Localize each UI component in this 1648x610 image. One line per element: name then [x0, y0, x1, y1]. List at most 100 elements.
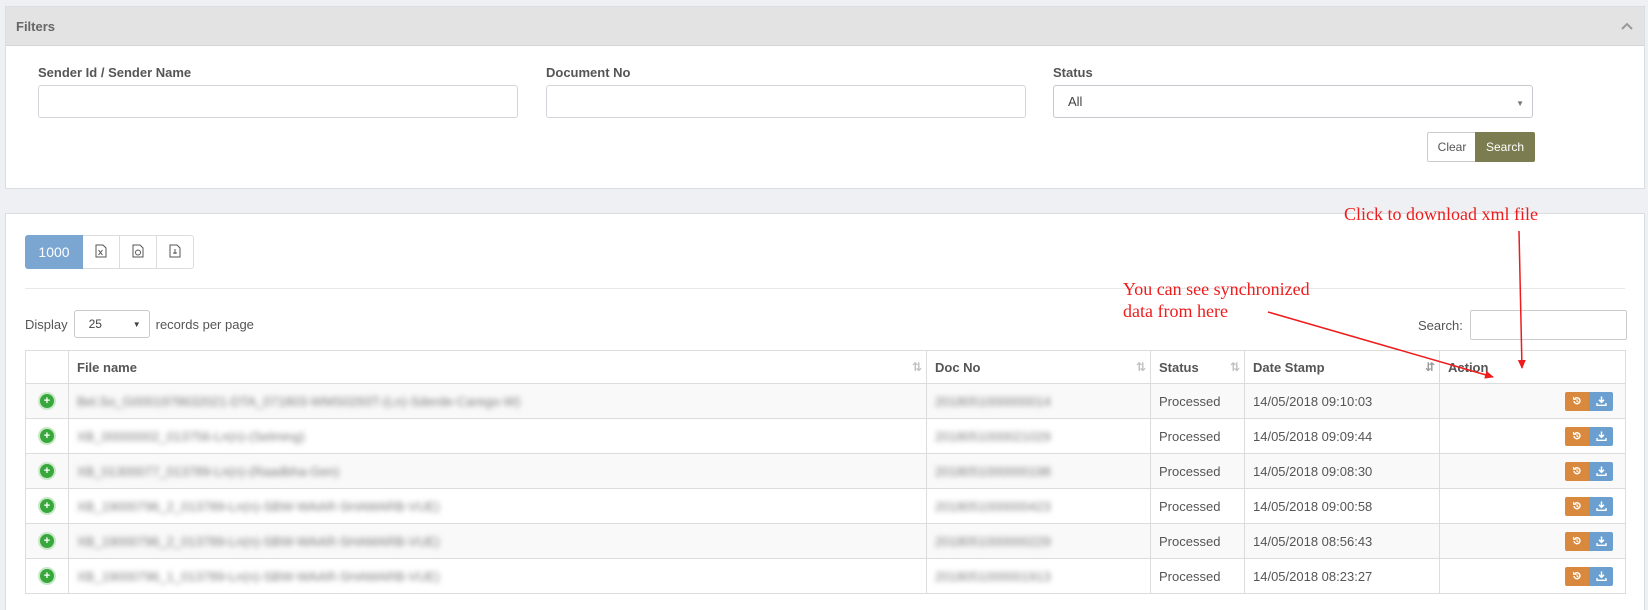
table-search-label: Search: — [1418, 317, 1463, 333]
sync-annotation-line1: You can see synchronized — [1123, 279, 1310, 299]
status-cell: Processed — [1150, 488, 1245, 524]
clear-button[interactable]: Clear — [1427, 132, 1477, 162]
file-name-cell: XB_00000002_013756-Ln(n)-(Selming) — [68, 418, 927, 454]
pdf-export-button[interactable] — [157, 235, 194, 269]
expand-cell: + — [25, 558, 69, 594]
doc-no-cell: 2018051000021029 — [926, 418, 1151, 454]
action-header: Action — [1439, 350, 1626, 384]
download-xml-button[interactable] — [1589, 391, 1613, 411]
expand-cell: + — [25, 523, 69, 559]
expand-cell: + — [25, 383, 69, 419]
date-stamp-cell: 14/05/2018 08:23:27 — [1244, 558, 1440, 594]
view-sync-button[interactable] — [1565, 426, 1589, 446]
file-name-value: XB_19000796_2_013789-Ln(n)-SBW-WAAR-SHAM… — [77, 533, 440, 549]
expand-row-icon[interactable]: + — [38, 427, 56, 445]
download-annotation: Click to download xml file — [1344, 204, 1538, 224]
file-name-header[interactable]: File name ⇅ — [68, 350, 927, 384]
download-icon — [1595, 571, 1607, 581]
csv-icon — [132, 244, 144, 261]
sort-desc-icon: ⇵ — [1424, 360, 1435, 374]
file-name-cell: XB_19000796_2_013789-Ln(n)-SBW-WAAR-SHAM… — [68, 488, 927, 524]
status-cell: Processed — [1150, 523, 1245, 559]
doc-no-value: 2018051000000198 — [935, 463, 1051, 479]
csv-export-button[interactable] — [120, 235, 157, 269]
status-cell: Processed — [1150, 453, 1245, 489]
view-sync-button[interactable] — [1565, 566, 1589, 586]
document-no-label: Document No — [546, 65, 631, 80]
action-buttons — [1448, 461, 1617, 481]
export-toolbar: 1000 — [25, 235, 194, 269]
sort-icon: ⇅ — [911, 360, 922, 374]
view-sync-button[interactable] — [1565, 496, 1589, 516]
excel-export-button[interactable] — [83, 235, 120, 269]
action-buttons — [1448, 531, 1617, 551]
document-no-input[interactable] — [546, 85, 1026, 118]
date-stamp-header[interactable]: Date Stamp ⇵ — [1244, 350, 1440, 384]
table-row: + XB_19000796_1_013789-Ln(n)-SBW-WAAR-SH… — [25, 558, 1626, 594]
doc-no-cell: 2018051000000198 — [926, 453, 1151, 489]
download-icon — [1595, 536, 1607, 546]
download-icon — [1595, 501, 1607, 511]
table-row: + Bel.So_G0001978632021-DTA_071803-WMS02… — [25, 383, 1626, 419]
filters-panel: Filters Sender Id / Sender Name Document… — [5, 6, 1645, 189]
date-stamp-cell: 14/05/2018 09:10:03 — [1244, 383, 1440, 419]
status-select[interactable]: All ▼ — [1053, 85, 1533, 118]
doc-no-header[interactable]: Doc No ⇅ — [926, 350, 1151, 384]
expand-row-icon[interactable]: + — [38, 497, 56, 515]
filters-title: Filters — [16, 18, 56, 34]
page-length-select[interactable]: 25 ▼ — [73, 310, 150, 338]
doc-no-value: 2018051000000229 — [935, 533, 1051, 549]
table-row: + XB_19000796_2_013789-Ln(n)-SBW-WAAR-SH… — [25, 488, 1626, 524]
expand-row-icon[interactable]: + — [38, 567, 56, 585]
download-xml-button[interactable] — [1589, 461, 1613, 481]
download-xml-button[interactable] — [1589, 566, 1613, 586]
doc-no-value: 2018051000000014 — [935, 393, 1051, 409]
doc-no-cell: 2018051000000229 — [926, 523, 1151, 559]
expand-row-icon[interactable]: + — [38, 392, 56, 410]
doc-no-cell: 2018051000000014 — [926, 383, 1151, 419]
doc-no-value: 2018051000001913 — [935, 568, 1051, 584]
table-search-input[interactable] — [1469, 310, 1627, 340]
download-xml-button[interactable] — [1589, 531, 1613, 551]
status-header[interactable]: Status ⇅ — [1150, 350, 1245, 384]
sender-label: Sender Id / Sender Name — [38, 65, 192, 80]
documents-table: File name ⇅ Doc No ⇅ Status ⇅ Date Stamp ⇵ A… — [25, 350, 1626, 594]
download-icon — [1595, 396, 1607, 406]
file-name-cell: XB_19000796_1_013789-Ln(n)-SBW-WAAR-SHAM… — [68, 558, 927, 594]
download-xml-button[interactable] — [1589, 426, 1613, 446]
status-select-value: All — [1068, 94, 1083, 109]
action-buttons — [1448, 426, 1617, 446]
action-buttons — [1448, 566, 1617, 586]
sort-icon: ⇅ — [1135, 360, 1146, 374]
action-cell — [1439, 488, 1626, 524]
display-label: Display — [25, 316, 68, 332]
file-name-value: Bel.So_G0001978632021-DTA_071803-WMS0293… — [77, 393, 521, 409]
sender-input[interactable] — [38, 85, 518, 118]
table-search: Search: — [1418, 310, 1627, 340]
table-body: + Bel.So_G0001978632021-DTA_071803-WMS02… — [25, 383, 1626, 594]
history-icon — [1572, 431, 1581, 440]
caret-down-icon: ▼ — [132, 320, 141, 329]
status-cell: Processed — [1150, 383, 1245, 419]
status-cell: Processed — [1150, 558, 1245, 594]
table-header-row: File name ⇅ Doc No ⇅ Status ⇅ Date Stamp ⇵ A… — [25, 350, 1626, 384]
date-stamp-cell: 14/05/2018 09:09:44 — [1244, 418, 1440, 454]
date-stamp-cell: 14/05/2018 08:56:43 — [1244, 523, 1440, 559]
filters-header[interactable]: Filters — [6, 7, 1644, 46]
date-stamp-cell: 14/05/2018 09:00:58 — [1244, 488, 1440, 524]
file-name-cell: XB_19000796_2_013789-Ln(n)-SBW-WAAR-SHAM… — [68, 523, 927, 559]
view-sync-button[interactable] — [1565, 391, 1589, 411]
doc-no-value: 2018051000021029 — [935, 428, 1051, 444]
download-xml-button[interactable] — [1589, 496, 1613, 516]
chevron-up-icon[interactable] — [1620, 19, 1634, 33]
file-name-value: XB_01300077_013789-Ln(n)-(Raadbha-Gen) — [77, 463, 340, 479]
search-button[interactable]: Search — [1475, 132, 1535, 162]
history-icon — [1572, 571, 1581, 580]
records-1000-button[interactable]: 1000 — [25, 235, 83, 269]
view-sync-button[interactable] — [1565, 531, 1589, 551]
expand-row-icon[interactable]: + — [38, 532, 56, 550]
expand-row-icon[interactable]: + — [38, 462, 56, 480]
doc-no-cell: 2018051000000423 — [926, 488, 1151, 524]
action-cell — [1439, 418, 1626, 454]
view-sync-button[interactable] — [1565, 461, 1589, 481]
